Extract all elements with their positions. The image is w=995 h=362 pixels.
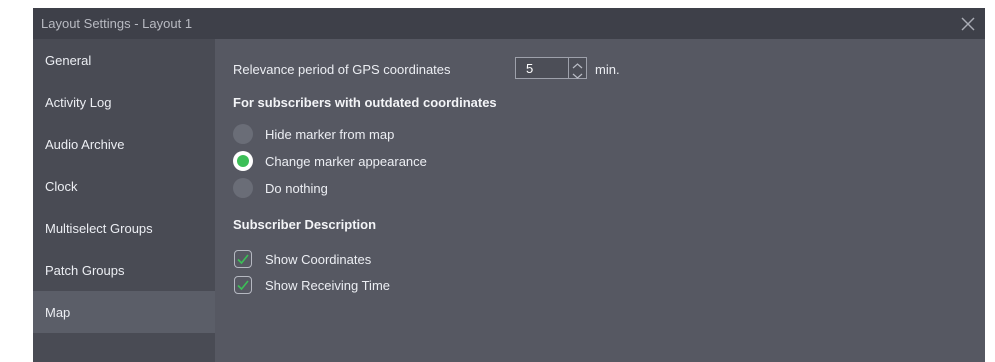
checkbox-show-receiving-time[interactable] (234, 276, 252, 294)
sidebar-item-activity-log[interactable]: Activity Log (33, 81, 215, 123)
checkmark-icon (237, 280, 249, 291)
sidebar-item-patch-groups[interactable]: Patch Groups (33, 249, 215, 291)
subscriber-description-heading: Subscriber Description (233, 217, 377, 232)
sidebar-item-label: Audio Archive (45, 136, 125, 152)
radio-hide-marker-label[interactable]: Hide marker from map (265, 127, 394, 142)
relevance-period-stepper[interactable]: 5 (515, 57, 587, 79)
sidebar-item-audio-archive[interactable]: Audio Archive (33, 123, 215, 165)
radio-do-nothing[interactable] (233, 178, 253, 198)
stepper-increment-button[interactable] (569, 58, 586, 69)
checkbox-show-coordinates[interactable] (234, 250, 252, 268)
relevance-unit-label: min. (595, 62, 620, 77)
settings-dialog: Layout Settings - Layout 1 General Activ… (33, 8, 985, 362)
title-bar: Layout Settings - Layout 1 (33, 8, 985, 39)
stepper-decrement-button[interactable] (569, 68, 586, 79)
sidebar-item-label: Activity Log (45, 94, 112, 110)
sidebar-item-label: Clock (45, 178, 78, 194)
show-receiving-time-label[interactable]: Show Receiving Time (265, 278, 390, 293)
chevron-down-icon (572, 73, 583, 79)
sidebar-item-label: General (45, 52, 92, 68)
radio-do-nothing-label[interactable]: Do nothing (265, 181, 328, 196)
sidebar-item-general[interactable]: General (33, 39, 215, 81)
radio-change-marker-appearance-label[interactable]: Change marker appearance (265, 154, 427, 169)
sidebar-item-multiselect-groups[interactable]: Multiselect Groups (33, 207, 215, 249)
sidebar-item-clock[interactable]: Clock (33, 165, 215, 207)
relevance-period-label: Relevance period of GPS coordinates (233, 62, 451, 77)
relevance-period-value[interactable]: 5 (526, 61, 533, 76)
map-settings-panel: Relevance period of GPS coordinates 5 mi… (215, 39, 985, 362)
window-title: Layout Settings - Layout 1 (41, 16, 193, 31)
checkmark-icon (237, 254, 249, 265)
close-icon (961, 17, 975, 31)
sidebar-item-label: Multiselect Groups (45, 220, 153, 236)
sidebar-item-label: Patch Groups (45, 262, 125, 278)
radio-change-marker-appearance[interactable] (233, 151, 253, 171)
sidebar-item-label: Map (45, 304, 71, 320)
sidebar-item-map[interactable]: Map (33, 291, 215, 333)
show-coordinates-label[interactable]: Show Coordinates (265, 252, 371, 267)
settings-sidebar: General Activity Log Audio Archive Clock… (33, 39, 215, 362)
outdated-coordinates-heading: For subscribers with outdated coordinate… (233, 95, 497, 110)
close-button[interactable] (959, 15, 977, 33)
radio-hide-marker[interactable] (233, 124, 253, 144)
